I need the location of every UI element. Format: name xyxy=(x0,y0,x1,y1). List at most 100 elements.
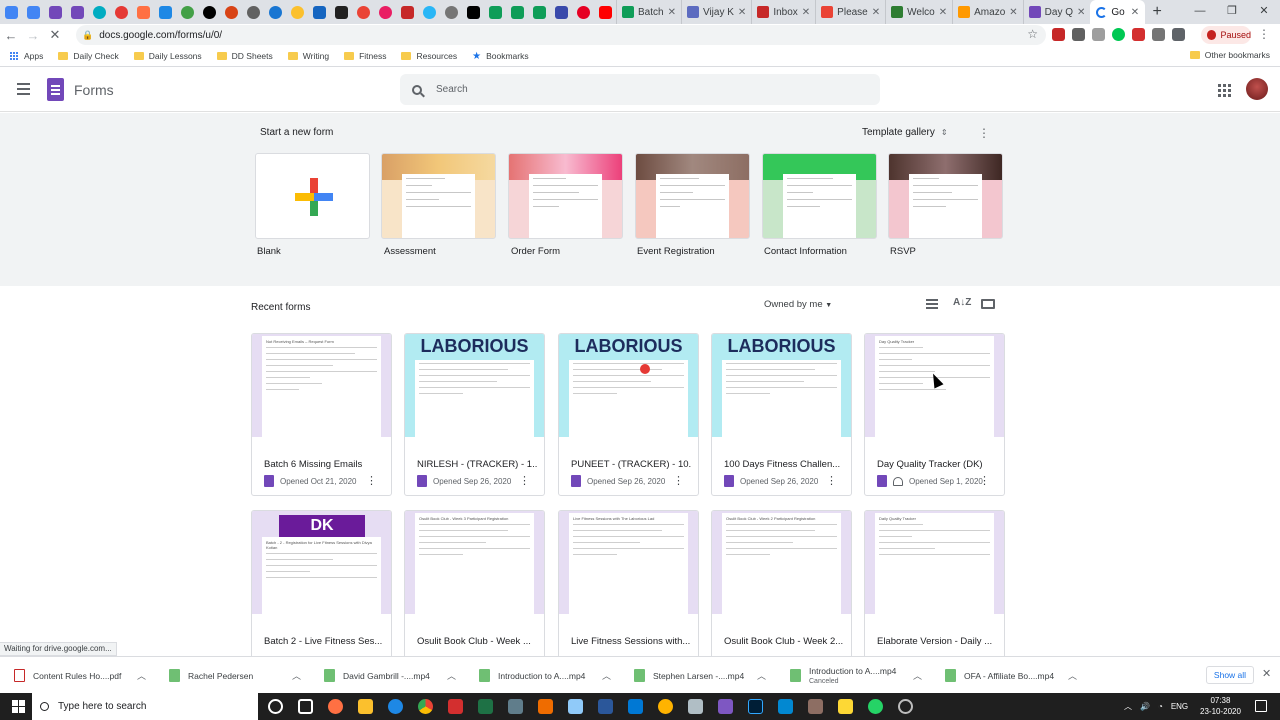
word-icon[interactable] xyxy=(598,699,613,714)
app-icon[interactable] xyxy=(898,699,913,714)
chrome-icon[interactable] xyxy=(418,699,433,714)
wifi-icon[interactable]: ◔ xyxy=(1158,702,1163,711)
chevron-up-icon[interactable]: ︿ xyxy=(1124,701,1132,712)
download-item[interactable]: Introduction to A....mp4 ︿ xyxy=(479,657,619,694)
close-icon[interactable]: ✕ xyxy=(872,7,880,18)
form-card[interactable]: Daily Quality Tracker Elaborate Version … xyxy=(864,510,1005,673)
template-label[interactable]: RSVP xyxy=(890,246,916,257)
pdf-extension-icon[interactable] xyxy=(1052,28,1065,41)
extension-icon[interactable] xyxy=(1152,28,1165,41)
main-menu-icon[interactable] xyxy=(17,83,30,98)
close-window-icon[interactable]: ✕ xyxy=(1248,0,1280,24)
edge-icon[interactable] xyxy=(388,699,403,714)
tab-app-15[interactable] xyxy=(418,0,440,24)
tab-app-10[interactable] xyxy=(286,0,308,24)
more-vert-icon[interactable]: ⋮ xyxy=(673,474,684,487)
sticky-notes-icon[interactable] xyxy=(838,699,853,714)
url-bar[interactable]: 🔒 docs.google.com/forms/u/0/ ☆ xyxy=(76,25,1046,45)
stop-icon[interactable]: ✕ xyxy=(44,27,66,43)
bookmark-apps[interactable]: Apps xyxy=(10,51,43,61)
template-rsvp[interactable] xyxy=(888,153,1003,239)
google-apps-icon[interactable] xyxy=(1218,84,1231,97)
caret-up-icon[interactable]: ︿ xyxy=(137,669,146,682)
tab-sheets[interactable] xyxy=(484,0,506,24)
minimize-icon[interactable]: — xyxy=(1184,0,1216,24)
template-order-form[interactable] xyxy=(508,153,623,239)
firefox-icon[interactable] xyxy=(328,699,343,714)
bookmark-writing[interactable]: Writing xyxy=(287,51,329,61)
template-contact-information[interactable] xyxy=(762,153,877,239)
close-icon[interactable]: ✕ xyxy=(1077,7,1085,18)
tab-sheets-2[interactable] xyxy=(506,0,528,24)
tab-app-2[interactable] xyxy=(110,0,132,24)
template-label[interactable]: Assessment xyxy=(384,246,436,257)
tab-youtube[interactable] xyxy=(594,0,616,24)
bookmark-daily-lessons[interactable]: Daily Lessons xyxy=(133,51,202,61)
download-item[interactable]: Rachel Pedersen ︿ xyxy=(169,657,309,694)
tab-app-18[interactable] xyxy=(550,0,572,24)
forms-logo-icon[interactable] xyxy=(47,78,64,101)
taskbar-clock[interactable]: 07:38 23-10-2020 xyxy=(1200,695,1241,717)
tab-app-1[interactable] xyxy=(88,0,110,24)
puzzle-icon[interactable] xyxy=(1172,28,1185,41)
tab-docs[interactable] xyxy=(0,0,22,24)
file-explorer-icon[interactable] xyxy=(358,699,373,714)
excel-icon[interactable] xyxy=(478,699,493,714)
back-icon[interactable]: ← xyxy=(0,28,22,43)
template-label[interactable]: Blank xyxy=(257,246,281,257)
close-icon[interactable]: ✕ xyxy=(668,7,676,18)
extension-icon[interactable] xyxy=(1112,28,1125,41)
bookmark-star-icon[interactable]: ☆ xyxy=(1027,27,1038,41)
template-event-registration[interactable] xyxy=(635,153,750,239)
form-card[interactable]: Live Fitness Sessions with The Laborious… xyxy=(558,510,699,673)
extension-icon[interactable] xyxy=(1132,28,1145,41)
restore-icon[interactable]: ❐ xyxy=(1216,0,1248,24)
forward-icon[interactable]: → xyxy=(22,28,44,43)
template-blank[interactable] xyxy=(255,153,370,239)
caret-up-icon[interactable]: ︿ xyxy=(913,669,922,682)
more-vert-icon[interactable]: ⋮ xyxy=(519,474,530,487)
template-label[interactable]: Order Form xyxy=(511,246,560,257)
tab-welcome[interactable]: Welco ✕ xyxy=(885,0,952,24)
bookmark-resources[interactable]: Resources xyxy=(401,51,457,61)
sort-az-icon[interactable]: A↓Z xyxy=(953,297,971,308)
close-icon[interactable]: ✕ xyxy=(1131,7,1139,18)
tab-active-google[interactable]: Go ✕ xyxy=(1090,0,1146,24)
tab-please[interactable]: Please ✕ xyxy=(815,0,885,24)
caret-up-icon[interactable]: ︿ xyxy=(757,669,766,682)
media-player-icon[interactable] xyxy=(538,699,553,714)
tab-google[interactable] xyxy=(352,0,374,24)
tab-app-12[interactable] xyxy=(330,0,352,24)
tab-app-17[interactable] xyxy=(462,0,484,24)
caret-up-icon[interactable]: ︿ xyxy=(292,669,301,682)
form-card[interactable]: Day Quality Tracker Day Quality Tracker … xyxy=(864,333,1005,496)
tab-day-quality[interactable]: Day Q ✕ xyxy=(1022,0,1091,24)
form-card[interactable]: LABORIOUS 100 Days Fitness Challen... Op… xyxy=(711,333,852,496)
more-vert-icon[interactable]: ⋮ xyxy=(826,474,837,487)
app-title[interactable]: Forms xyxy=(74,82,114,98)
more-vert-icon[interactable]: ⋮ xyxy=(979,474,990,487)
download-item[interactable]: David Gambrill -....mp4 ︿ xyxy=(324,657,464,694)
language-indicator[interactable]: ENG xyxy=(1171,702,1188,711)
download-item[interactable]: OFA - Affiliate Bo....mp4 ︿ xyxy=(945,657,1085,694)
form-card[interactable]: Batch - 2 - Registration for Live Fitnes… xyxy=(251,510,392,673)
tab-app-14[interactable] xyxy=(396,0,418,24)
tab-app-13[interactable] xyxy=(374,0,396,24)
form-card[interactable]: Not Receiving Emails – Request Form Batc… xyxy=(251,333,392,496)
app-icon[interactable] xyxy=(658,699,673,714)
tab-app-4[interactable] xyxy=(154,0,176,24)
notification-center-icon[interactable] xyxy=(1255,700,1267,712)
template-label[interactable]: Event Registration xyxy=(637,246,715,257)
more-options-icon[interactable]: ⋮ xyxy=(978,126,990,140)
speaker-icon[interactable]: 🔊 xyxy=(1140,702,1150,711)
tab-inbox[interactable]: Inbox ✕ xyxy=(751,0,815,24)
template-gallery-button[interactable]: Template gallery ⇕ xyxy=(862,127,948,138)
tab-batch[interactable]: Batch ✕ xyxy=(616,0,681,24)
close-downloads-icon[interactable]: ✕ xyxy=(1262,667,1271,680)
tab-app-9[interactable] xyxy=(264,0,286,24)
extension-icon[interactable] xyxy=(1092,28,1105,41)
close-icon[interactable]: ✕ xyxy=(939,7,947,18)
bookmark-bookmarks[interactable]: ★ Bookmarks xyxy=(472,51,528,62)
tab-app-6[interactable] xyxy=(198,0,220,24)
tab-forms-2[interactable] xyxy=(66,0,88,24)
